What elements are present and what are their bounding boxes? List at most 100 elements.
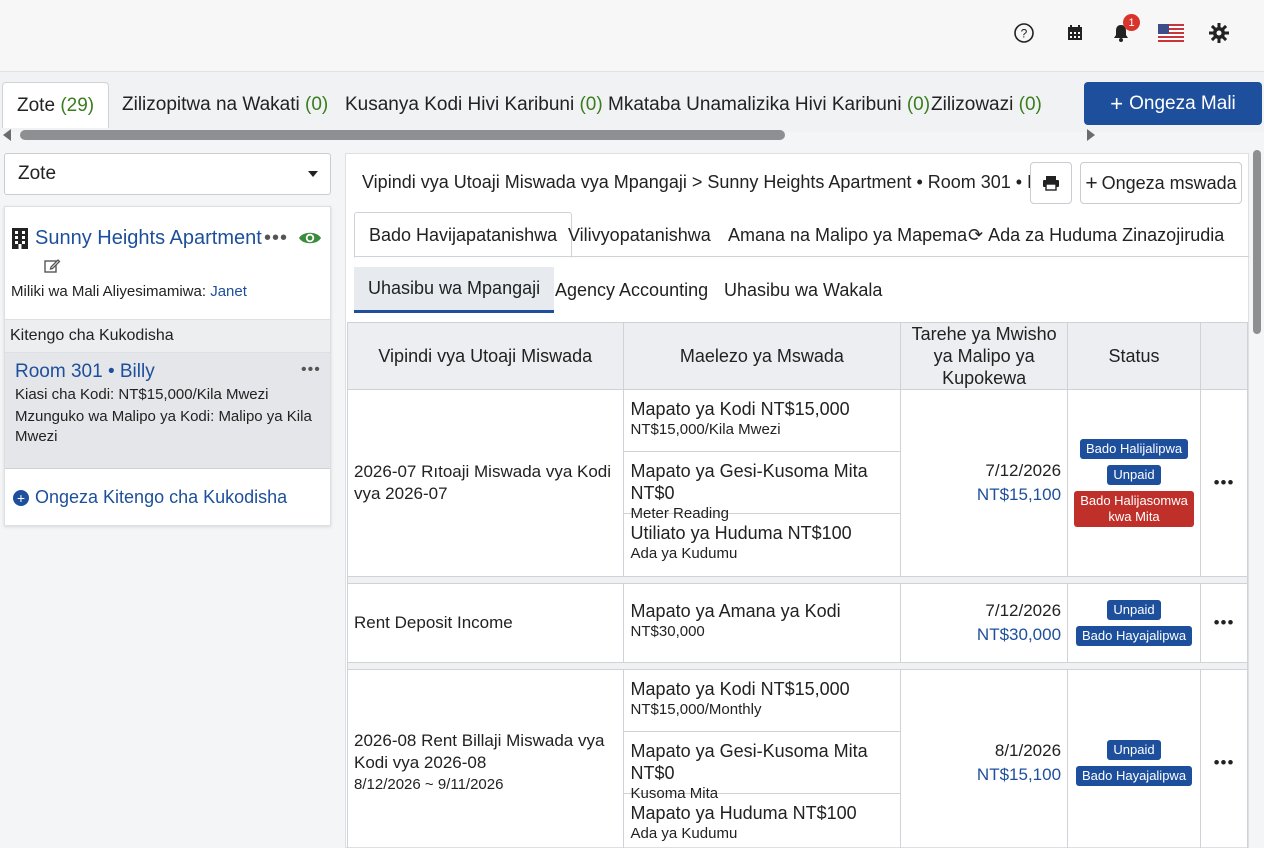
- printer-icon: [1043, 176, 1059, 191]
- tab-label: Mkataba Unamalizika Hivi Karibuni: [608, 94, 902, 115]
- add-rental-unit-link[interactable]: + Ongeza Kitengo cha Kukodisha: [13, 487, 287, 508]
- bill-item: Mapato ya Kodi NT$15,000 NT$15,000/Monthl…: [623, 670, 901, 732]
- unit-title[interactable]: Room 301 • Billy: [15, 361, 155, 383]
- tab-deposits-prepayments[interactable]: Amana na Malipo ya Mapema: [728, 212, 967, 258]
- tabs-horizontal-scrollbar[interactable]: [0, 127, 1100, 143]
- tab-reconciled[interactable]: Vilivyopatanishwa: [568, 212, 711, 258]
- eye-icon[interactable]: [298, 229, 322, 251]
- property-name[interactable]: Sunny Heights Apartment: [35, 227, 262, 250]
- tab-count: (0): [579, 94, 603, 115]
- scrollbar-thumb[interactable]: [20, 130, 785, 140]
- due-date-cell: 7/12/2026 NT$30,000: [900, 583, 1069, 663]
- edit-icon[interactable]: [43, 257, 61, 279]
- period-title: Rent Deposit Income: [354, 613, 513, 632]
- bill-item-title: Mapato ya Gesi-Kusoma Mita NT$0: [630, 461, 868, 503]
- tab-recurring-fees[interactable]: ⟳ Ada za Huduma Zinazojirudia: [968, 212, 1224, 258]
- scroll-right-icon[interactable]: [1087, 129, 1095, 141]
- row-more-icon[interactable]: •••: [1200, 389, 1248, 577]
- bell-icon[interactable]: 1: [1108, 14, 1140, 46]
- bill-item-title: Mapato ya Kodi NT$15,000: [630, 399, 850, 419]
- property-filter-select[interactable]: Zote: [4, 153, 331, 195]
- rental-unit-item[interactable]: Room 301 • Billy ••• Kiasi cha Kodi: NT$…: [5, 353, 330, 469]
- tab-label: Zote: [17, 94, 56, 116]
- due-amount: NT$15,100: [976, 485, 1062, 504]
- property-owner: Miliki wa Mali Aliyesimamiwa: Janet: [11, 283, 247, 300]
- bill-item-title: Utiliato ya Huduma NT$100: [630, 523, 852, 543]
- print-button[interactable]: [1030, 162, 1072, 204]
- us-flag-icon[interactable]: [1158, 20, 1184, 46]
- status-cell: Unpaid Bado Hayajalipwa: [1067, 669, 1202, 848]
- col-billing-period: Vipindi vya Utoaji Miswada: [347, 322, 624, 390]
- tabs-divider: [354, 256, 1249, 257]
- bill-item-sub: Ada ya Kudumu: [630, 545, 738, 562]
- status-badge: Bado Halijalipwa: [1079, 439, 1189, 459]
- tab-label: Uhasibu wa Wakala: [724, 279, 883, 300]
- tab-lease-ending-soon[interactable]: Mkataba Unamalizika Hivi Karibuni (0): [608, 82, 930, 128]
- row-more-icon[interactable]: •••: [1200, 583, 1248, 663]
- page-vertical-scrollbar[interactable]: [1251, 150, 1263, 848]
- calendar-icon[interactable]: [1062, 20, 1088, 46]
- bill-item-title: Mapato ya Amana ya Kodi: [630, 601, 841, 621]
- bill-item-sub: Ada ya Kudumu: [630, 825, 738, 842]
- refresh-icon: ⟳: [968, 224, 984, 245]
- table-row[interactable]: 2026-08 Rent Billaji Miswada vya Kodi vy…: [347, 669, 1248, 848]
- tab-label: Uhasibu wa Mpangaji: [368, 278, 541, 298]
- billing-period-cell: 2026-08 Rent Billaji Miswada vya Kodi vy…: [347, 669, 624, 848]
- gear-icon[interactable]: [1206, 20, 1232, 46]
- add-bill-button[interactable]: + Ongeza mswada: [1080, 162, 1242, 204]
- row-more-icon[interactable]: •••: [1200, 669, 1248, 848]
- billing-period-cell: 2026-07 Rıtoaji Miswada vya Kodi vya 202…: [347, 389, 624, 577]
- tab-count: (0): [305, 94, 329, 115]
- bill-description-cell: Mapato ya Amana ya Kodi NT$30,000: [622, 583, 902, 663]
- tab-expired[interactable]: Zilizopitwa na Wakati (0): [122, 82, 328, 128]
- scrollbar-thumb[interactable]: [1253, 150, 1261, 334]
- billing-period-cell: Rent Deposit Income: [347, 583, 624, 663]
- table-row[interactable]: Rent Deposit Income Mapato ya Amana ya K…: [347, 583, 1248, 663]
- tab-agent-accounting[interactable]: Uhasibu wa Wakala: [724, 267, 882, 313]
- rental-units-header: Kitengo cha Kukodisha: [5, 319, 330, 353]
- bill-item-sub: NT$15,000/Monthly: [630, 701, 762, 718]
- bill-item: Mapato ya Huduma NT$100 Ada ya Kudumu: [624, 794, 901, 848]
- tab-label: Agency Accounting: [555, 279, 709, 300]
- due-date: 7/12/2026: [985, 601, 1062, 620]
- bill-item: Utiliato ya Huduma NT$100 Ada ya Kudumu: [624, 514, 901, 576]
- tab-agency-accounting[interactable]: Agency Accounting: [555, 267, 708, 313]
- bill-item-sub: NT$15,000/Kila Mwezi: [630, 421, 781, 438]
- period-title: 2026-08 Rent Billaji Miswada vya Kodi vy…: [354, 731, 605, 772]
- tab-label: Ada za Huduma Zinazojirudia: [988, 224, 1225, 245]
- bill-item: Mapato ya Kodi NT$15,000 NT$15,000/Kila M…: [623, 390, 901, 452]
- col-bill-description: Maelezo ya Mswada: [622, 322, 902, 390]
- due-amount: NT$30,000: [976, 625, 1062, 644]
- bill-item: Mapato ya Amana ya Kodi NT$30,000: [624, 584, 901, 662]
- tab-label: Zilizopitwa na Wakati: [122, 94, 300, 115]
- more-options-icon[interactable]: •••: [264, 227, 288, 250]
- status-badge: Unpaid: [1107, 465, 1161, 485]
- status-badge: Bado Halijasomwa kwa Mita: [1074, 491, 1195, 527]
- tab-all[interactable]: Zote (29): [2, 82, 110, 128]
- bills-table: Vipindi vya Utoaji Miswada Maelezo ya Ms…: [347, 322, 1248, 848]
- add-property-label: Ongeza Mali: [1129, 92, 1236, 114]
- help-icon[interactable]: ?: [1011, 20, 1037, 46]
- due-date: 8/1/2026: [994, 741, 1062, 760]
- plus-icon: +: [1110, 90, 1124, 116]
- add-unit-label: Ongeza Kitengo cha Kukodisha: [35, 487, 288, 507]
- add-property-button[interactable]: + Ongeza Mali: [1084, 82, 1262, 125]
- svg-text:?: ?: [1021, 27, 1028, 41]
- tab-vacant[interactable]: Zilizowazi (0): [931, 82, 1042, 128]
- tab-unreconciled[interactable]: Bado Havijapatanishwa: [354, 212, 573, 258]
- due-date-cell: 7/12/2026 NT$15,100: [900, 389, 1069, 577]
- tab-tenant-accounting[interactable]: Uhasibu wa Mpangaji: [354, 267, 555, 313]
- table-row[interactable]: 2026-07 Rıtoaji Miswada vya Kodi vya 202…: [347, 389, 1248, 577]
- unit-more-icon[interactable]: •••: [301, 361, 321, 379]
- owner-link[interactable]: Janet: [210, 283, 247, 300]
- plus-circle-icon: +: [13, 489, 29, 506]
- table-header-row: Vipindi vya Utoaji Miswada Maelezo ya Ms…: [347, 322, 1248, 390]
- tab-rent-due-soon[interactable]: Kusanya Kodi Hivi Karibuni (0): [345, 82, 603, 128]
- status-cell: Unpaid Bado Hayajalipwa: [1067, 583, 1202, 663]
- bill-description-cell: Mapato ya Kodi NT$15,000 NT$15,000/Monthl…: [622, 669, 902, 848]
- breadcrumb: Vipindi vya Utoaji Miswada vya Mpangaji …: [362, 172, 1061, 192]
- scroll-left-icon[interactable]: [3, 129, 11, 141]
- row-separator: [347, 576, 1248, 584]
- caret-down-icon: [308, 171, 318, 177]
- add-bill-label: Ongeza mswada: [1101, 172, 1237, 193]
